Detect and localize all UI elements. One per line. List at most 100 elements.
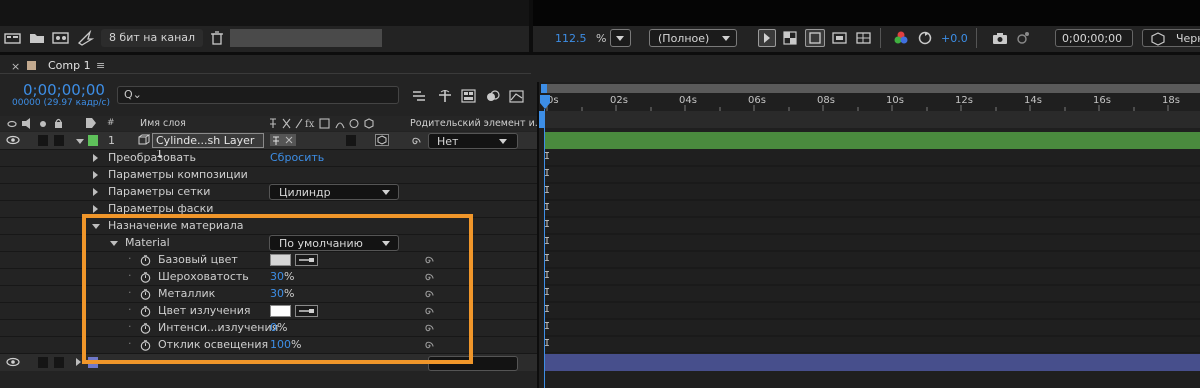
ruler-tick-label: 16s — [1093, 95, 1111, 106]
zoom-dropdown[interactable] — [610, 29, 631, 47]
chevron-down-icon — [616, 36, 624, 41]
adjustment-switch[interactable] — [346, 135, 356, 146]
chevron-down-icon — [499, 139, 507, 144]
draft-3d-icon[interactable] — [436, 88, 454, 104]
column-parent[interactable]: Родительский элемент и... — [410, 118, 544, 129]
expand-arrow-icon[interactable] — [93, 171, 98, 179]
layer-label-color[interactable] — [88, 135, 98, 146]
search-icon: Q⌄ — [124, 88, 142, 101]
collapse-arrow-icon[interactable] — [76, 139, 84, 144]
layer-search-input[interactable]: Q⌄ — [117, 86, 399, 104]
trash-icon[interactable] — [208, 30, 226, 46]
viewer-canvas — [533, 0, 1200, 26]
ruler-tick-label: 14s — [1024, 95, 1042, 106]
collapse-switch[interactable] — [270, 134, 296, 146]
bit-depth-button[interactable]: 8 бит на канал — [101, 29, 203, 47]
grid-guides-icon[interactable] — [855, 30, 873, 46]
switches-header: fx — [268, 117, 388, 130]
project-panel-bottom — [0, 0, 529, 26]
zoom-number[interactable]: 112.5 — [555, 32, 587, 45]
render-queue-icon[interactable] — [76, 30, 94, 46]
lock-switch[interactable] — [54, 135, 64, 146]
3d-view-label: Черн — [1176, 32, 1200, 45]
expand-arrow-icon[interactable] — [93, 205, 98, 213]
parent-value: Нет — [437, 135, 459, 148]
expand-arrow-icon[interactable] — [93, 154, 98, 162]
snapshot-camera-icon[interactable] — [991, 30, 1009, 46]
fast-preview-icon[interactable] — [758, 29, 776, 47]
solo-switch[interactable] — [38, 357, 48, 368]
comp-options-row[interactable]: Параметры композиции — [0, 167, 537, 184]
3d-layer-switch[interactable] — [375, 134, 389, 146]
motion-blur-icon[interactable] — [484, 88, 502, 104]
layer-2-duration-bar[interactable] — [545, 354, 1200, 371]
ruler-tick-label: 04s — [679, 95, 697, 106]
expand-arrow-icon[interactable] — [76, 358, 81, 366]
visibility-eye-icon[interactable] — [6, 357, 20, 367]
resolution-value: (Полное) — [658, 32, 710, 45]
chevron-down-icon — [722, 36, 730, 41]
project-search-field[interactable] — [230, 29, 382, 47]
work-area-start-handle[interactable] — [541, 84, 547, 93]
timecode-field[interactable]: 0;00;00;00 — [1055, 29, 1133, 47]
label-tag-icon — [85, 117, 97, 129]
cube-icon — [1151, 32, 1165, 46]
zoom-unit: % — [596, 32, 607, 45]
rgb-channels-icon[interactable] — [892, 30, 910, 46]
tab-underline — [0, 73, 531, 74]
ruler-tick-label: 10s — [886, 95, 904, 106]
interpret-footage-icon[interactable] — [4, 30, 22, 46]
new-folder-icon[interactable] — [28, 30, 46, 46]
new-composition-icon[interactable] — [52, 30, 70, 46]
ruler-tick-label: 18s — [1162, 95, 1180, 106]
highlight-box — [82, 214, 473, 364]
comp-color-swatch — [27, 61, 36, 70]
chevron-down-icon — [382, 190, 390, 195]
playhead-handle[interactable] — [540, 95, 550, 109]
mesh-options-label: Параметры сетки — [108, 185, 211, 198]
column-hash[interactable]: # — [107, 118, 115, 128]
mesh-type-dropdown[interactable]: Цилиндр — [269, 184, 399, 200]
lane-lines — [545, 165, 1200, 353]
ruler-tick-label: 12s — [955, 95, 973, 106]
layer-number: 1 — [108, 134, 115, 147]
work-area-marker — [539, 111, 545, 128]
parent-dropdown[interactable]: Нет — [428, 133, 518, 149]
timecode-value: 0;00;00;00 — [1062, 32, 1123, 45]
ruler-tick-label: 02s — [610, 95, 628, 106]
resolution-dropdown[interactable]: (Полное) — [649, 29, 737, 47]
layer-1-duration-bar[interactable] — [545, 132, 1200, 149]
reset-exposure-icon[interactable] — [916, 30, 934, 46]
comp-mini-flowchart-icon[interactable] — [411, 88, 429, 104]
pick-whip-icon[interactable] — [410, 136, 421, 147]
property-lanes — [545, 150, 1200, 353]
work-area-bar[interactable] — [541, 84, 1200, 93]
layer-name-field[interactable]: Cylinde...sh Layer 1 — [152, 133, 264, 160]
comp-tab-label[interactable]: Comp 1 — [48, 59, 91, 72]
3d-layer-icon — [138, 134, 150, 146]
playhead-line[interactable] — [544, 109, 545, 388]
lock-switch[interactable] — [54, 357, 64, 368]
frame-blending-icon[interactable] — [460, 88, 478, 104]
3d-view-dropdown[interactable]: Черн — [1142, 29, 1200, 47]
current-time-display[interactable]: 0;00;00;00 — [23, 81, 105, 99]
mask-visibility-icon[interactable] — [831, 30, 849, 46]
region-of-interest-icon[interactable] — [805, 29, 825, 47]
graph-editor-icon[interactable] — [508, 88, 526, 104]
panel-divider-horizontal — [0, 52, 1200, 55]
transparency-grid-icon[interactable] — [782, 30, 800, 46]
reset-link[interactable]: Сбросить — [270, 151, 324, 164]
frame-rate-info: 00000 (29.97 кадр/с) — [12, 98, 111, 108]
visibility-eye-icon[interactable] — [6, 135, 20, 145]
expand-arrow-icon[interactable] — [93, 188, 98, 196]
transform-label: Преобразовать — [108, 151, 196, 164]
close-tab-icon[interactable]: × — [11, 60, 20, 73]
solo-switch[interactable] — [38, 135, 48, 146]
exposure-value[interactable]: +0.0 — [941, 32, 968, 45]
column-layer-name[interactable]: Имя слоя — [140, 118, 186, 129]
panel-menu-icon[interactable]: ≡ — [96, 59, 105, 72]
transform-row[interactable]: Преобразовать Сбросить — [0, 150, 537, 167]
show-snapshot-icon[interactable] — [1014, 30, 1032, 46]
toolbar-divider — [880, 28, 881, 48]
zoom-value[interactable]: 112.5 % — [555, 32, 606, 45]
